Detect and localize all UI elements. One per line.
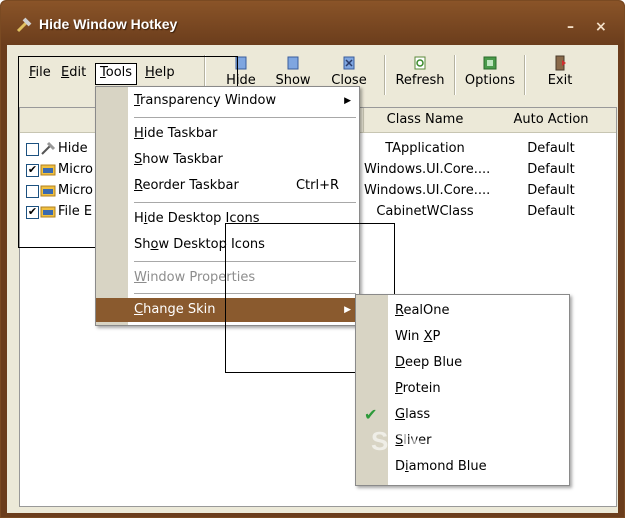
- row-class-name: Windows.UI.Core....: [364, 162, 491, 177]
- toolbar-divider: [384, 55, 386, 95]
- row-class-name: Windows.UI.Core....: [364, 183, 491, 198]
- menu-item-reorder-taskbar[interactable]: Reorder Taskbar Ctrl+R: [96, 174, 359, 198]
- row-auto-action: Default: [527, 162, 575, 177]
- title-bar[interactable]: Hide Window Hotkey – ×: [1, 1, 624, 45]
- menu-separator: [134, 202, 356, 203]
- refresh-button[interactable]: Refresh: [392, 51, 448, 99]
- skin-item-realone[interactable]: RealOne: [356, 298, 569, 324]
- app-hammer-icon: [16, 17, 32, 33]
- exit-icon: [555, 55, 566, 71]
- show-icon: [287, 56, 299, 70]
- checkmark-icon: ✔: [364, 405, 378, 424]
- refresh-icon: [414, 56, 426, 70]
- exit-button[interactable]: Exit: [538, 51, 582, 99]
- skin-item-protein[interactable]: Protein: [356, 376, 569, 402]
- skin-item-diamond-blue[interactable]: Diamond Blue: [356, 454, 569, 480]
- menu-item-hide-taskbar[interactable]: Hide Taskbar: [96, 122, 359, 146]
- submenu-arrow-icon: ▶: [344, 96, 351, 106]
- options-icon: [483, 56, 497, 70]
- skin-item-deep-blue[interactable]: Deep Blue: [356, 350, 569, 376]
- options-button[interactable]: Options: [462, 51, 518, 99]
- row-auto-action: Default: [527, 141, 575, 156]
- shortcut-label: Ctrl+R: [295, 178, 339, 193]
- app-window: Hide Window Hotkey – × File Edit Tools H…: [0, 0, 625, 518]
- minimize-button[interactable]: –: [567, 19, 574, 35]
- skin-item-win-xp[interactable]: Win XP: [356, 324, 569, 350]
- menu-item-transparency-window[interactable]: Transparency Window ▶: [96, 89, 359, 113]
- menu-item-show-taskbar[interactable]: Show Taskbar: [96, 148, 359, 172]
- row-auto-action: Default: [527, 204, 575, 219]
- skin-item-glass[interactable]: ✔ Glass: [356, 402, 569, 428]
- column-auto-action[interactable]: Auto Action: [486, 108, 616, 133]
- window-title: Hide Window Hotkey: [39, 16, 178, 32]
- toolbar-divider: [524, 55, 526, 95]
- watermark: SOFTPEDIA: [371, 426, 529, 456]
- toolbar-divider: [454, 55, 456, 95]
- close-button[interactable]: ×: [595, 19, 607, 35]
- close-window-icon: [343, 56, 355, 70]
- column-class-name[interactable]: Class Name: [364, 108, 486, 133]
- skin-submenu: RealOne Win XP Deep Blue Protein ✔ Glass…: [355, 294, 570, 486]
- row-auto-action: Default: [527, 183, 575, 198]
- menu-separator: [134, 117, 356, 118]
- row-class-name: CabinetWClass: [376, 204, 474, 219]
- row-class-name: TApplication: [385, 141, 465, 156]
